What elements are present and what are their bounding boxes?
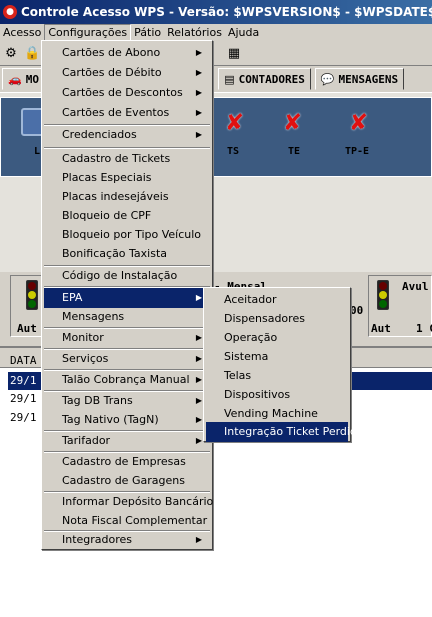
menu-item-nota-fiscal-complementar[interactable]: Nota Fiscal Complementar [44,511,210,531]
meter-avulso-value: 1 C [416,322,432,335]
submenu-arrow-icon: ▶ [195,375,202,384]
menu-item-aceitador[interactable]: Aceitador [206,290,348,310]
traffic-light-icon [377,280,389,310]
submenu-arrow-icon: ▶ [195,48,202,57]
meter-mensal-value: 00 [350,304,364,317]
submenu-arrow-icon: ▶ [195,88,202,97]
menu-relatorios[interactable]: Relatórios [164,25,225,41]
calculator-icon[interactable]: ▦ [226,46,242,62]
error-x-icon: ✘ [285,107,301,137]
submenu-arrow-icon: ▶ [195,333,202,342]
configuracoes-dropdown: Cartões de Abono ▶ Cartões de Débito ▶ Car… [41,40,213,550]
menu-item-talao-cobranca-manual[interactable]: Talão Cobrança Manual ▶ [44,370,210,390]
menu-patio[interactable]: Pátio [131,25,164,41]
traffic-light-icon [26,280,38,310]
submenu-arrow-icon: ▶ [195,396,202,405]
menu-item-telas[interactable]: Telas [206,366,348,386]
device-tp-e[interactable]: ✘ [339,106,379,144]
menu-item-vending-machine[interactable]: Vending Machine [206,404,348,424]
menu-item-epa[interactable]: EPA ▶ [44,288,210,308]
submenu-arrow-icon: ▶ [195,68,202,77]
lock-icon[interactable]: 🔒 [24,46,40,62]
submenu-arrow-icon: ▶ [195,354,202,363]
menu-acesso[interactable]: Acesso [0,25,44,41]
cars-icon: 🚗 [8,72,22,86]
meter-avulso-title: Avul [402,280,429,293]
menu-item-tag-db-trans[interactable]: Tag DB Trans ▶ [44,391,210,411]
menu-item-operacao[interactable]: Operação [206,328,348,348]
submenu-arrow-icon: ▶ [195,436,202,445]
submenu-arrow-icon: ▶ [195,293,202,302]
device-te[interactable]: ✘ [273,106,313,144]
menu-item-cadastro-garagens[interactable]: Cadastro de Garagens [44,471,210,491]
menu-item-credenciados[interactable]: Credenciados ▶ [44,125,210,145]
menu-item-bloqueio-cpf[interactable]: Bloqueio de CPF [44,206,210,226]
device-ts[interactable]: ✘ [215,106,255,144]
window-title: Controle Acesso WPS - Versão: $WPSVERSIO… [21,5,432,19]
menu-item-codigo-instalacao[interactable]: Código de Instalação [44,266,210,286]
menu-item-sistema[interactable]: Sistema [206,347,348,367]
menu-item-tarifador[interactable]: Tarifador ▶ [44,431,210,451]
speech-bubble-icon: 💬 [320,72,335,86]
epa-submenu: Aceitador Dispensadores Operação Sistema… [203,287,364,442]
tab-mensagens[interactable]: 💬 MENSAGENS [314,68,405,90]
app-icon: ● [3,5,17,19]
menu-item-cadastro-tickets[interactable]: Cadastro de Tickets [44,149,210,169]
menu-item-placas-indesejaveis[interactable]: Placas indesejáveis [44,187,210,207]
menu-item-cartoes-descontos[interactable]: Cartões de Descontos ▶ [44,83,210,103]
menu-item-tag-nativo[interactable]: Tag Nativo (TagN) ▶ [44,410,210,430]
tab-movimento[interactable]: 🚗 MO [2,68,45,90]
device-label-te: TE [288,146,301,157]
menu-item-bonificacao-taxista[interactable]: Bonificação Taxista [44,244,210,264]
device-label-tp-e: TP-E [345,146,370,157]
menu-item-servicos[interactable]: Serviços ▶ [44,349,210,369]
menu-item-dispositivos[interactable]: Dispositivos [206,385,348,405]
menu-item-bloqueio-tipo-veiculo[interactable]: Bloqueio por Tipo Veículo [44,225,210,245]
title-bar: ● Controle Acesso WPS - Versão: $WPSVERS… [0,0,432,24]
error-x-icon: ✘ [351,107,367,137]
gear-icon[interactable]: ⚙ [3,46,19,62]
menu-item-placas-especiais[interactable]: Placas Especiais [44,168,210,188]
counter-icon: ▤ [224,72,235,86]
menu-item-integradores[interactable]: Integradores ▶ [44,530,210,550]
menu-item-dispensadores[interactable]: Dispensadores [206,309,348,329]
device-label-l: L [34,146,41,157]
menu-item-informar-deposito[interactable]: Informar Depósito Bancário [44,492,213,512]
submenu-arrow-icon: ▶ [195,535,202,544]
menu-item-integracao-ticket-perdido[interactable]: Integração Ticket Perdido [206,422,364,442]
menu-ajuda[interactable]: Ajuda [225,25,262,41]
menu-item-cartoes-eventos[interactable]: Cartões de Eventos ▶ [44,103,210,123]
submenu-arrow-icon: ▶ [195,108,202,117]
submenu-arrow-icon: ▶ [195,415,202,424]
menu-item-cartoes-abono[interactable]: Cartões de Abono ▶ [44,43,210,63]
error-x-icon: ✘ [227,107,243,137]
tab-contadores[interactable]: ▤ CONTADORES [218,68,311,90]
menu-item-mensagens[interactable]: Mensagens [44,307,210,327]
menu-item-cartoes-debito[interactable]: Cartões de Débito ▶ [44,63,210,83]
meter-aut-label: Aut [17,322,37,335]
device-label-ts: TS [227,146,240,157]
menu-item-cadastro-empresas[interactable]: Cadastro de Empresas [44,452,210,472]
meter-avulso-aut: Aut [371,322,391,335]
menu-item-monitor[interactable]: Monitor ▶ [44,328,210,348]
submenu-arrow-icon: ▶ [195,130,202,139]
